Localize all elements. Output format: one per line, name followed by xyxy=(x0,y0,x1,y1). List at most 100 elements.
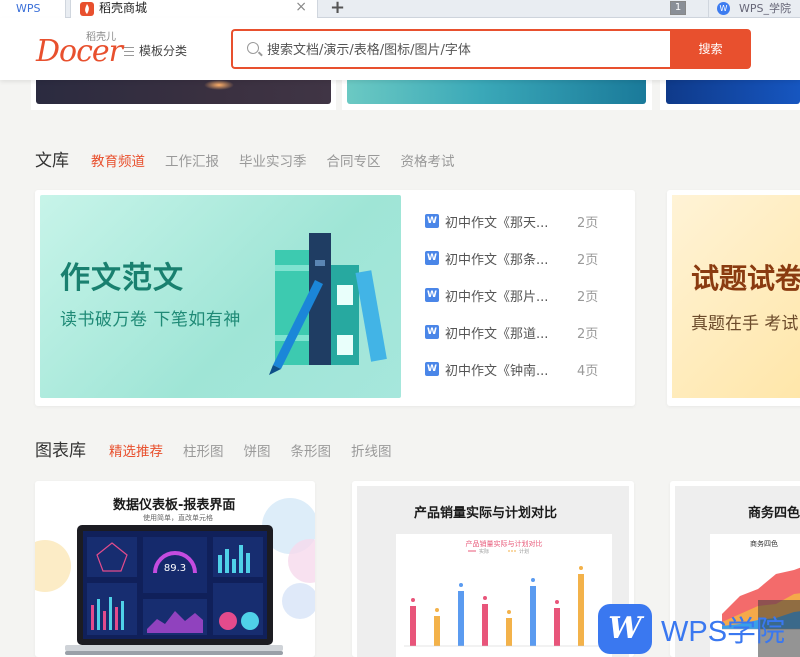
preview-bar xyxy=(530,586,536,646)
charts-tab-featured[interactable]: 精选推荐 xyxy=(109,440,163,460)
preview-marker xyxy=(483,596,487,600)
charts-tab-line[interactable]: 折线图 xyxy=(351,440,392,460)
word-doc-icon: W xyxy=(425,288,439,302)
legend-actual: 实际 xyxy=(479,548,489,555)
search-box xyxy=(231,29,671,69)
business-inner-title: 商务四色 xyxy=(750,539,778,548)
preview-marker xyxy=(579,566,583,570)
charts-tab-column[interactable]: 柱形图 xyxy=(183,440,224,460)
books-illustration xyxy=(269,233,387,375)
library-section-title: 文库 xyxy=(35,151,69,171)
charts-tab-pie[interactable]: 饼图 xyxy=(244,440,271,460)
tab-wps[interactable]: WPS xyxy=(0,0,66,18)
sales-chart-preview: 产品销量实际与计划对比 实际 计划 xyxy=(396,534,612,657)
logo-subtext: 稻壳儿 xyxy=(86,32,116,43)
sales-inner-title: 产品销量实际与计划对比 xyxy=(466,539,543,548)
list-item[interactable]: W 初中作文《那道... 2页 xyxy=(425,315,625,352)
list-item[interactable]: W 初中作文《钟南... 4页 xyxy=(425,352,625,389)
library-tab-qualification-exam[interactable]: 资格考试 xyxy=(401,150,455,170)
charts-section-title: 图表库 xyxy=(35,441,86,461)
library-tab-education[interactable]: 教育频道 xyxy=(91,150,145,170)
legend-plan: 计划 xyxy=(519,548,529,555)
wps-logo-icon: W xyxy=(598,604,652,654)
list-item[interactable]: W 初中作文《那天... 2页 xyxy=(425,204,625,241)
preview-marker xyxy=(555,600,559,604)
charts-tabs: 精选推荐 柱形图 饼图 条形图 折线图 xyxy=(109,440,412,460)
tab-wps-academy-label: WPS_学院 xyxy=(739,2,791,15)
doc-page-count: 4页 xyxy=(577,364,599,379)
preview-bar xyxy=(506,618,512,646)
docer-logo[interactable]: Docer 稻壳儿 xyxy=(36,26,123,72)
exam-hero-subtitle: 真题在手 考试 xyxy=(691,314,799,334)
preview-marker xyxy=(411,598,415,602)
preview-marker xyxy=(531,578,535,582)
doc-page-count: 2页 xyxy=(577,290,599,305)
doc-title: 初中作文《那片... xyxy=(445,290,549,305)
exam-hero-banner: 试题试卷 真题在手 考试 xyxy=(672,195,800,398)
library-tab-contracts[interactable]: 合同专区 xyxy=(327,150,381,170)
watermark-text: WPS学院 xyxy=(661,616,786,648)
preview-marker xyxy=(459,583,463,587)
essay-doc-list: W 初中作文《那天... 2页 W 初中作文《那条... 2页 W 初中作文《那… xyxy=(425,204,625,389)
dashboard-template-card[interactable]: 数据仪表板-报表界面 使用简单，直改单元格 89.3 xyxy=(35,481,315,657)
library-tab-work-report[interactable]: 工作汇报 xyxy=(165,150,219,170)
sales-card-title: 产品销量实际与计划对比 xyxy=(414,506,558,521)
doc-title: 初中作文《那条... xyxy=(445,253,549,268)
dashboard-value: 89.3 xyxy=(164,563,186,574)
preview-bar xyxy=(410,606,416,646)
preview-bar xyxy=(434,616,440,646)
doc-page-count: 2页 xyxy=(577,216,599,231)
word-doc-icon: W xyxy=(425,325,439,339)
laptop-dashboard-illustration: 89.3 xyxy=(65,525,283,655)
new-tab-icon[interactable]: + xyxy=(330,0,345,18)
tab-count-badge[interactable]: 1 xyxy=(670,1,686,15)
essay-hero-banner[interactable]: 作文范文 读书破万卷 下笔如有神 xyxy=(40,195,401,398)
site-header: Docer 稻壳儿 模板分类 搜索 xyxy=(0,18,800,80)
doc-page-count: 2页 xyxy=(577,253,599,268)
list-item[interactable]: W 初中作文《那片... 2页 xyxy=(425,278,625,315)
preview-bar xyxy=(482,604,488,646)
wps-tab-icon: W xyxy=(717,2,730,15)
menu-icon xyxy=(124,47,134,56)
search-button[interactable]: 搜索 xyxy=(670,29,751,69)
category-label: 模板分类 xyxy=(139,44,188,58)
tab-docer[interactable]: 稻壳商城 × xyxy=(70,0,318,18)
preview-marker xyxy=(435,608,439,612)
tab-title: 稻壳商城 xyxy=(99,1,148,15)
list-item[interactable]: W 初中作文《那条... 2页 xyxy=(425,241,625,278)
business-card-title: 商务四色 xyxy=(748,506,800,521)
docer-favicon-icon xyxy=(80,2,94,16)
exam-card[interactable]: 试题试卷 真题在手 考试 xyxy=(667,190,800,406)
template-category-button[interactable]: 模板分类 xyxy=(124,42,187,59)
banner-image-1[interactable] xyxy=(36,80,331,104)
banner-image-3[interactable] xyxy=(666,80,800,104)
tab-wps-label: WPS xyxy=(16,2,41,15)
doc-page-count: 2页 xyxy=(577,327,599,342)
library-tab-graduation[interactable]: 毕业实习季 xyxy=(239,150,307,170)
essay-hero-subtitle: 读书破万卷 下笔如有神 xyxy=(60,310,241,330)
preview-bar xyxy=(578,574,584,646)
doc-title: 初中作文《那道... xyxy=(445,327,549,342)
wps-academy-watermark: W WPS学院 xyxy=(598,602,800,657)
tab-wps-academy[interactable]: W WPS_学院 xyxy=(708,0,800,18)
preview-marker xyxy=(507,610,511,614)
sales-plan-template-card[interactable]: 产品销量实际与计划对比 产品销量实际与计划对比 实际 计划 xyxy=(352,481,634,657)
word-doc-icon: W xyxy=(425,251,439,265)
word-doc-icon: W xyxy=(425,362,439,376)
search-icon xyxy=(247,42,259,54)
search-input[interactable] xyxy=(267,39,657,61)
exam-hero-title: 试题试卷 xyxy=(691,262,800,295)
tab-close-icon[interactable]: × xyxy=(295,0,307,16)
essay-hero-title: 作文范文 xyxy=(60,261,184,296)
preview-bar xyxy=(458,591,464,646)
doc-title: 初中作文《钟南... xyxy=(445,364,549,379)
banner-image-2[interactable] xyxy=(347,80,646,104)
charts-tab-bar[interactable]: 条形图 xyxy=(291,440,332,460)
word-doc-icon: W xyxy=(425,214,439,228)
essay-card: 作文范文 读书破万卷 下笔如有神 W 初中作文《那天... 2页 W 初中作文《… xyxy=(35,190,635,406)
doc-title: 初中作文《那天... xyxy=(445,216,549,231)
dashboard-card-title: 数据仪表板-报表界面 xyxy=(113,498,236,513)
library-tabs: 教育频道 工作汇报 毕业实习季 合同专区 资格考试 xyxy=(91,150,475,170)
dashboard-card-subtitle: 使用简单，直改单元格 xyxy=(143,514,213,522)
preview-bar xyxy=(554,608,560,646)
